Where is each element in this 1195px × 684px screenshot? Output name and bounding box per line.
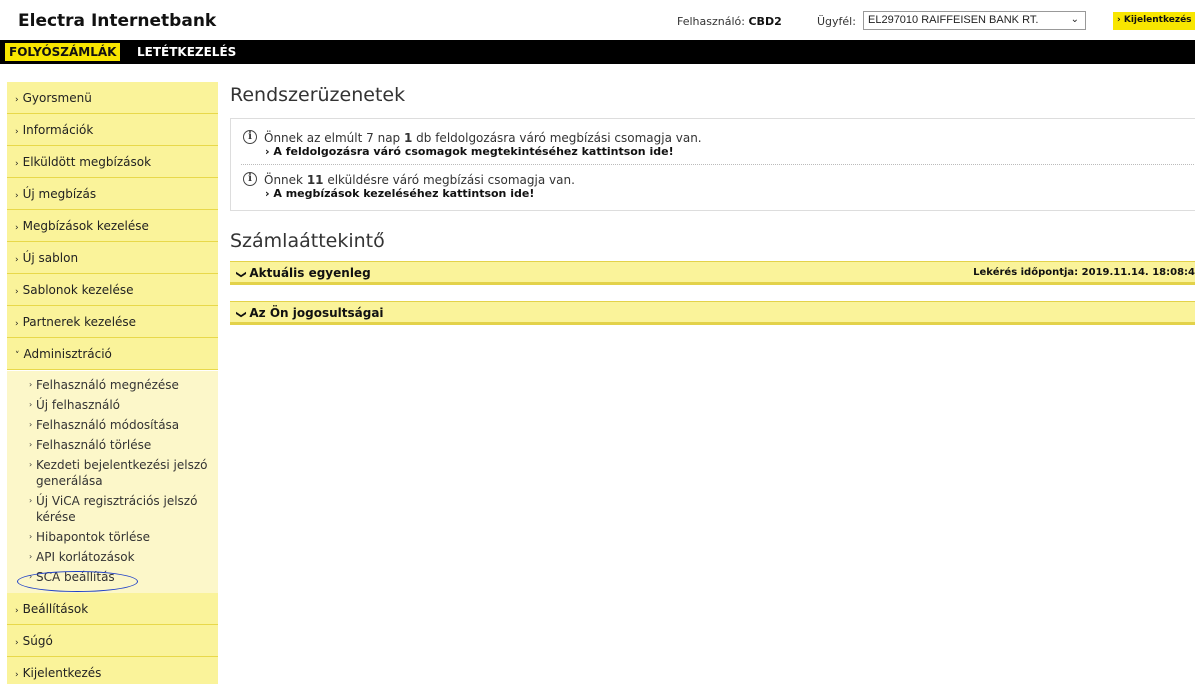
submenu-item-uj-felhasznalo[interactable]: › Új felhasználó (29, 397, 214, 413)
rights-label: Az Ön jogosultságai (249, 306, 384, 320)
sidebar-item-beallitasok[interactable]: › Beállítások (7, 593, 218, 625)
chevron-right-icon: › (29, 532, 33, 541)
sidebar-item-kijelentkezes[interactable]: › Kijelentkezés (7, 657, 218, 684)
user-value: CBD2 (748, 15, 782, 28)
chevron-right-icon: › (15, 287, 19, 297)
sidebar-item-sablonok-kezelese[interactable]: › Sablonok kezelése (7, 274, 218, 306)
message-link[interactable]: › A feldolgozásra váró csomagok megtekin… (265, 145, 674, 158)
sidebar-item-label: Súgó (22, 634, 53, 648)
chevron-right-icon: › (15, 159, 19, 169)
header: Electra Internetbank Felhasználó: CBD2 Ü… (0, 0, 1195, 40)
chevron-right-icon: › (29, 552, 33, 561)
submenu-item-hibapontok-torlese[interactable]: › Hibapontok törlése (29, 529, 214, 545)
chevron-right-icon: › (29, 380, 33, 389)
chevron-down-icon: ⌄ (1070, 14, 1079, 25)
submenu-item-felhasznalo-modositasa[interactable]: › Felhasználó módosítása (29, 417, 214, 433)
app-title: Electra Internetbank (18, 11, 217, 31)
system-messages-box: i Önnek az elmúlt 7 nap 1 db feldolgozás… (230, 118, 1195, 211)
info-icon: i (243, 130, 257, 144)
sidebar-item-label: Gyorsmenü (22, 91, 92, 105)
message-link[interactable]: › A megbízások kezeléséhez kattintson id… (265, 187, 534, 200)
sidebar-item-label: Kijelentkezés (22, 666, 102, 680)
sidebar-item-adminisztracio[interactable]: ˅ Adminisztráció (7, 338, 218, 370)
chevron-right-icon: › (29, 420, 33, 429)
query-time: Lekérés időpontja: 2019.11.14. 18:08:4 (973, 267, 1195, 278)
submenu-item-kezdeti-jelszo[interactable]: › Kezdeti bejelentkezési jelszó generálás… (29, 457, 214, 489)
user-label: Felhasználó: (677, 15, 745, 28)
sidebar-item-gyorsmenu[interactable]: › Gyorsmenü (7, 82, 218, 114)
logout-button[interactable]: › Kijelentkezés (1113, 12, 1195, 30)
chevron-right-icon: › (29, 460, 33, 469)
sidebar: › Gyorsmenü › Információk › Elküldött megbí… (7, 82, 218, 684)
client-label: Ügyfél: (817, 15, 856, 28)
sidebar-item-label: Partnerek kezelése (22, 315, 137, 329)
chevron-down-icon: ❯ (235, 270, 247, 279)
info-icon: i (243, 172, 257, 186)
sidebar-item-partnerek-kezelese[interactable]: › Partnerek kezelése (7, 306, 218, 338)
sidebar-item-label: Információk (22, 123, 94, 137)
chevron-right-icon: › (15, 255, 19, 265)
rights-accordion[interactable]: ❯ Az Ön jogosultságai (230, 301, 1195, 325)
sidebar-item-label: Új megbízás (22, 187, 97, 201)
tab-folyoszamlak[interactable]: FOLYÓSZÁMLÁK (5, 43, 121, 61)
sidebar-item-label: Új sablon (22, 251, 79, 265)
submenu-item-vica-jelszo[interactable]: › Új ViCA regisztrációs jelszó kérése (29, 493, 214, 525)
sidebar-item-uj-megbizas[interactable]: › Új megbízás (7, 178, 218, 210)
main-nav: FOLYÓSZÁMLÁK LETÉTKEZELÉS (0, 40, 1195, 64)
chevron-right-icon: › (15, 319, 19, 329)
sidebar-item-label: Megbízások kezelése (22, 219, 149, 233)
sidebar-item-sugo[interactable]: › Súgó (7, 625, 218, 657)
chevron-right-icon: › (15, 606, 19, 616)
client-value: EL297010 RAIFFEISEN BANK RT. (868, 14, 1039, 26)
chevron-down-icon: ❯ (235, 310, 247, 319)
chevron-right-icon: › (15, 95, 19, 105)
sidebar-item-informaciok[interactable]: › Információk (7, 114, 218, 146)
sidebar-item-label: Adminisztráció (23, 347, 112, 361)
tab-letetkezeles[interactable]: LETÉTKEZELÉS (133, 43, 240, 61)
chevron-right-icon: › (29, 400, 33, 409)
chevron-right-icon: › (29, 440, 33, 449)
chevron-right-icon: › (15, 191, 19, 201)
chevron-right-icon: › (15, 638, 19, 648)
user-info: Felhasználó: CBD2 (677, 15, 782, 28)
sidebar-item-megbizasok-kezelese[interactable]: › Megbízások kezelése (7, 210, 218, 242)
chevron-right-icon: › (15, 223, 19, 233)
overview-title: Számlaáttekintő (230, 230, 385, 252)
chevron-right-icon: › (29, 496, 33, 505)
chevron-down-icon: ˅ (15, 351, 20, 361)
balance-accordion[interactable]: ❯ Aktuális egyenleg Lekérés időpontja: 20… (230, 261, 1195, 285)
sidebar-item-elkuldott[interactable]: › Elküldött megbízások (7, 146, 218, 178)
annotation-circle (17, 571, 138, 592)
sidebar-item-uj-sablon[interactable]: › Új sablon (7, 242, 218, 274)
submenu-item-felhasznalo-torlese[interactable]: › Felhasználó törlése (29, 437, 214, 453)
admin-submenu: › Felhasználó megnézése › Új felhasználó ›… (7, 371, 218, 593)
balance-label: Aktuális egyenleg (249, 266, 371, 280)
client-select[interactable]: EL297010 RAIFFEISEN BANK RT. ⌄ (863, 11, 1086, 30)
submenu-item-api-korlatozasok[interactable]: › API korlátozások (29, 549, 214, 565)
sidebar-item-label: Beállítások (22, 602, 89, 616)
submenu-item-felhasznalo-megnezese[interactable]: › Felhasználó megnézése (29, 377, 214, 393)
divider (241, 164, 1195, 165)
chevron-right-icon: › (15, 670, 19, 680)
system-messages-title: Rendszerüzenetek (230, 84, 406, 106)
main-content: Rendszerüzenetek i Önnek az elmúlt 7 nap… (230, 64, 1195, 684)
sidebar-item-label: Elküldött megbízások (22, 155, 152, 169)
sidebar-item-label: Sablonok kezelése (22, 283, 134, 297)
chevron-right-icon: › (15, 127, 19, 137)
